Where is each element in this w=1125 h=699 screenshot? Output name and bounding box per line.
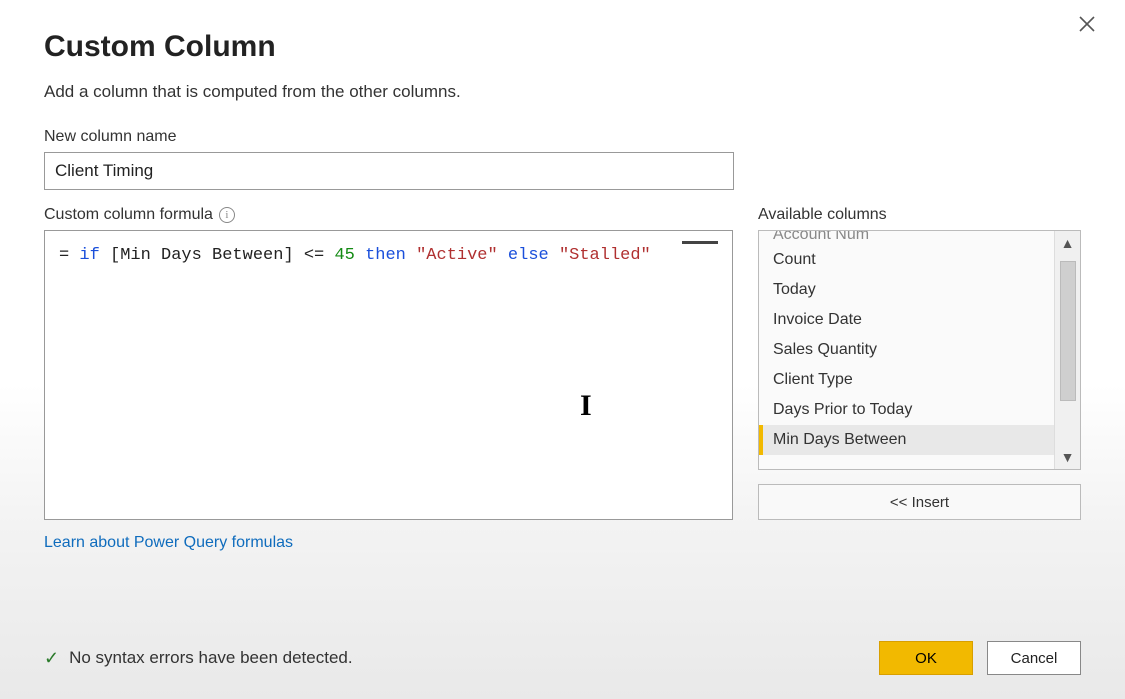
formula-token-active: "Active" [416, 246, 498, 265]
autocomplete-hint-icon [682, 241, 718, 244]
formula-token-stalled: "Stalled" [559, 246, 651, 265]
scrollbar[interactable]: ▲ ▼ [1054, 231, 1080, 469]
list-item[interactable]: Today [759, 275, 1054, 305]
list-item[interactable]: Account Num [759, 231, 1054, 245]
cancel-button[interactable]: Cancel [987, 641, 1081, 675]
available-columns-list: Account NumCountTodayInvoice DateSales Q… [758, 230, 1081, 470]
formula-label: Custom column formula i [44, 206, 734, 224]
status-text: No syntax errors have been detected. [69, 648, 353, 668]
list-item[interactable]: Count [759, 245, 1054, 275]
insert-button[interactable]: << Insert [758, 484, 1081, 520]
formula-token-else: else [498, 246, 559, 265]
close-icon [1078, 15, 1096, 33]
formula-token-eq: = [59, 246, 79, 265]
check-icon: ✓ [44, 648, 59, 669]
formula-token-op: <= [294, 246, 335, 265]
formula-token-num: 45 [334, 246, 354, 265]
list-item[interactable]: Min Days Between [759, 425, 1054, 455]
list-item[interactable]: Client Type [759, 365, 1054, 395]
formula-token-then: then [355, 246, 416, 265]
available-columns-label: Available columns [758, 206, 1081, 224]
new-column-name-label: New column name [44, 128, 1081, 146]
formula-label-text: Custom column formula [44, 206, 213, 224]
formula-editor[interactable]: = if [Min Days Between] <= 45 then "Acti… [44, 230, 733, 520]
dialog-title: Custom Column [44, 30, 1081, 64]
list-item[interactable]: Invoice Date [759, 305, 1054, 335]
scroll-thumb[interactable] [1060, 261, 1076, 401]
formula-token-if: if [79, 246, 99, 265]
list-item[interactable]: Days Prior to Today [759, 395, 1054, 425]
list-item[interactable]: Sales Quantity [759, 335, 1054, 365]
scroll-up-icon[interactable]: ▲ [1061, 235, 1075, 251]
close-button[interactable] [1073, 12, 1101, 40]
new-column-name-input[interactable] [44, 152, 734, 190]
ok-button[interactable]: OK [879, 641, 973, 675]
scroll-down-icon[interactable]: ▼ [1061, 449, 1075, 465]
status-message: ✓ No syntax errors have been detected. [44, 648, 353, 669]
dialog-subtitle: Add a column that is computed from the o… [44, 82, 1081, 102]
formula-token-ref: [Min Days Between] [100, 246, 294, 265]
learn-link[interactable]: Learn about Power Query formulas [44, 534, 293, 552]
info-icon[interactable]: i [219, 207, 235, 223]
